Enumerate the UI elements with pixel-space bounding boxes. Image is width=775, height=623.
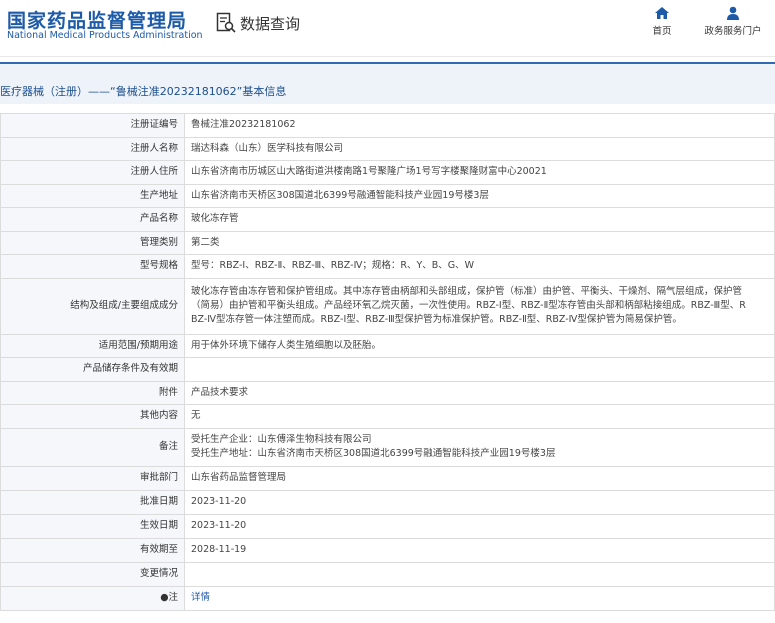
row-value: 山东省药品监督管理局	[184, 465, 775, 491]
table-row: 注册证编号 鲁械注准20232181062	[0, 113, 775, 138]
row-value-line: （简易）由护管和平衡头组成。产品经环氧乙烷灭菌，一次性使用。RBZ-Ⅰ型、RBZ…	[191, 300, 746, 311]
site-header: 国家药品监督管理局 National Medical Products Admi…	[0, 0, 775, 56]
nav-gov-label: 政务服务门户	[704, 26, 762, 37]
row-value-line: 受托生产地址：山东省济南市天桥区308国道北6399号融通智能科技产业园19号楼…	[191, 448, 556, 459]
row-value-line: 受托生产企业：山东傅泽生物科技有限公司	[191, 434, 372, 445]
table-row: 产品储存条件及有效期	[0, 357, 775, 382]
row-label: 产品名称	[0, 207, 185, 232]
table-row: 生效日期 2023-11-20	[0, 513, 775, 539]
table-row: 型号规格 型号：RBZ-Ⅰ、RBZ-Ⅱ、RBZ-Ⅲ、RBZ-Ⅳ；规格：R、Y、B…	[0, 254, 775, 279]
table-row: 附件 产品技术要求	[0, 380, 775, 405]
row-label: 变更情况	[0, 561, 185, 587]
row-value: 无	[184, 404, 775, 429]
breadcrumb: 医疗器械（注册）——“鲁械注准20232181062”基本信息	[0, 85, 287, 98]
site-logo-title[interactable]: 国家药品监督管理局	[7, 6, 187, 33]
row-label: 注册人名称	[0, 136, 185, 161]
row-value: 鲁械注准20232181062	[184, 113, 775, 138]
table-row: ●注 详情	[0, 585, 775, 611]
nav-home-label: 首页	[652, 26, 672, 37]
table-row: 有效期至 2028-11-19	[0, 537, 775, 563]
table-row: 结构及组成/主要组成成分 玻化冻存管由冻存管和保护管组成。其中冻存管由柄部和头部…	[0, 277, 775, 335]
row-value: 2023-11-20	[184, 513, 775, 539]
table-row: 其他内容 无	[0, 404, 775, 429]
row-value-line: BZ-Ⅳ型冻存管一体注塑而成。RBZ-Ⅰ型、RBZ-Ⅲ型保护管为标准保护管。RB…	[191, 314, 682, 325]
row-value: 玻化冻存管由冻存管和保护管组成。其中冻存管由柄部和头部组成，保护管（标准）由护管…	[184, 277, 775, 335]
row-label: 注册人住所	[0, 160, 185, 185]
row-label: 备注	[0, 427, 185, 467]
table-row: 审批部门 山东省药品监督管理局	[0, 465, 775, 491]
row-value: 2028-11-19	[184, 537, 775, 563]
data-query-title: 数据查询	[216, 11, 300, 35]
row-label: 生效日期	[0, 513, 185, 539]
table-row: 变更情况	[0, 561, 775, 587]
row-label: 适用范围/预期用途	[0, 333, 185, 358]
row-label: 其他内容	[0, 404, 185, 429]
row-label: 审批部门	[0, 465, 185, 491]
header-divider	[0, 56, 775, 57]
table-row: 管理类别 第二类	[0, 230, 775, 255]
row-label: 注册证编号	[0, 113, 185, 138]
row-value: 第二类	[184, 230, 775, 255]
row-value: 2023-11-20	[184, 489, 775, 515]
site-logo-subtitle[interactable]: National Medical Products Administration	[7, 30, 203, 41]
user-icon	[727, 6, 739, 20]
nav-home-link[interactable]: 首页	[646, 6, 678, 37]
row-label: 附件	[0, 380, 185, 405]
row-label: 生产地址	[0, 183, 185, 208]
table-row: 批准日期 2023-11-20	[0, 489, 775, 515]
row-value: 瑞达科森（山东）医学科技有限公司	[184, 136, 775, 161]
breadcrumb-bar: 医疗器械（注册）——“鲁械注准20232181062”基本信息	[0, 62, 775, 104]
row-label: 型号规格	[0, 254, 185, 279]
table-row: 注册人住所 山东省济南市历城区山大路街道洪楼南路1号聚隆广场1号写字楼聚隆财富中…	[0, 160, 775, 185]
row-value: 型号：RBZ-Ⅰ、RBZ-Ⅱ、RBZ-Ⅲ、RBZ-Ⅳ；规格：R、Y、B、G、W	[184, 254, 775, 279]
registration-info-table: 注册证编号 鲁械注准20232181062 注册人名称 瑞达科森（山东）医学科技…	[0, 113, 775, 611]
row-value: 产品技术要求	[184, 380, 775, 405]
table-row: 注册人名称 瑞达科森（山东）医学科技有限公司	[0, 136, 775, 161]
row-value-line: 玻化冻存管由冻存管和保护管组成。其中冻存管由柄部和头部组成，保护管（标准）由护管…	[191, 286, 743, 297]
row-value: 山东省济南市天桥区308国道北6399号融通智能科技产业园19号楼3层	[184, 183, 775, 208]
row-value	[184, 357, 775, 382]
row-label: 结构及组成/主要组成成分	[0, 277, 185, 335]
row-label: ●注	[0, 585, 185, 611]
table-row: 产品名称 玻化冻存管	[0, 207, 775, 232]
table-row: 备注 受托生产企业：山东傅泽生物科技有限公司 受托生产地址：山东省济南市天桥区3…	[0, 427, 775, 467]
row-value: 用于体外环境下储存人类生殖细胞以及胚胎。	[184, 333, 775, 358]
table-row: 生产地址 山东省济南市天桥区308国道北6399号融通智能科技产业园19号楼3层	[0, 183, 775, 208]
nav-gov-portal-link[interactable]: 政务服务门户	[698, 6, 768, 37]
row-label: 批准日期	[0, 489, 185, 515]
row-label: 产品储存条件及有效期	[0, 357, 185, 382]
home-icon	[655, 7, 669, 19]
row-value	[184, 561, 775, 587]
document-search-icon	[216, 12, 236, 33]
row-label: 有效期至	[0, 537, 185, 563]
row-value: 受托生产企业：山东傅泽生物科技有限公司 受托生产地址：山东省济南市天桥区308国…	[184, 427, 775, 467]
data-query-label: 数据查询	[240, 14, 301, 33]
row-value: 玻化冻存管	[184, 207, 775, 232]
table-row: 适用范围/预期用途 用于体外环境下储存人类生殖细胞以及胚胎。	[0, 333, 775, 358]
details-link[interactable]: 详情	[184, 585, 775, 611]
row-value: 山东省济南市历城区山大路街道洪楼南路1号聚隆广场1号写字楼聚隆财富中心20021	[184, 160, 775, 185]
row-label: 管理类别	[0, 230, 185, 255]
